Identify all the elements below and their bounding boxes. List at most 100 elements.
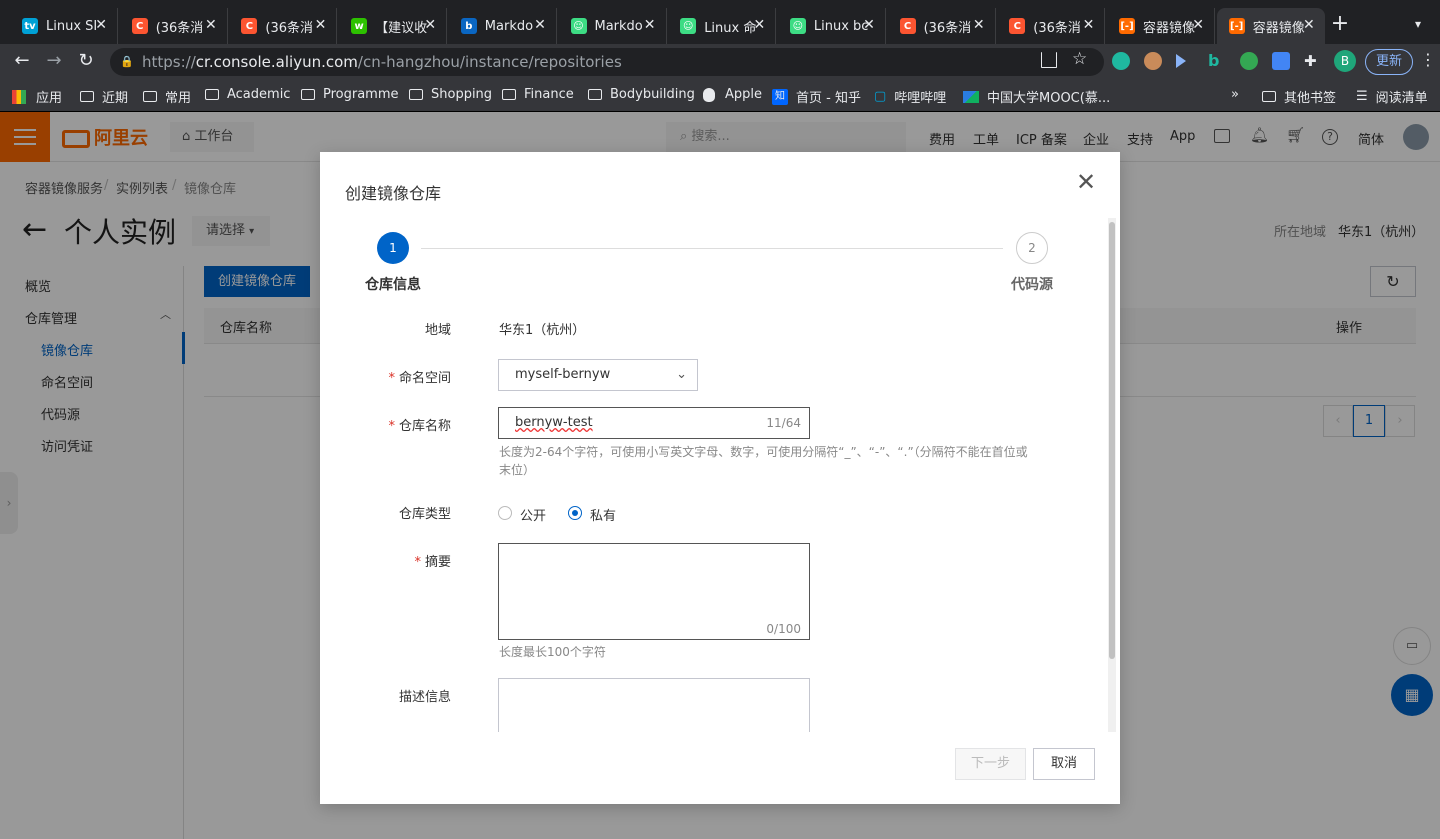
tab-close-icon[interactable]: ✕ — [534, 17, 546, 33]
browser-tab[interactable]: w 【建议收 ✕ — [339, 8, 448, 44]
bookmark-item[interactable]: 知首页 - 知乎 — [772, 87, 861, 106]
namespace-field-label: * 命名空间 — [388, 371, 451, 386]
profile-avatar[interactable]: B — [1334, 50, 1356, 72]
close-icon[interactable]: ✕ — [1076, 168, 1096, 196]
tab-title: Linux SI — [46, 18, 98, 34]
bookmark-label: Finance — [524, 87, 574, 102]
aliyun-icon: [-] — [1228, 18, 1245, 34]
browser-tab[interactable]: ☺ Markdo ✕ — [559, 8, 667, 44]
summary-textarea[interactable]: 0/100 — [498, 543, 810, 640]
reload-icon[interactable]: ↻ — [74, 49, 98, 73]
repo-type-private-radio[interactable] — [568, 506, 582, 520]
browser-tab[interactable]: [-] 容器镜像 ✕ — [1107, 8, 1215, 44]
extension-translate-icon[interactable] — [1272, 52, 1290, 70]
repo-name-value: bernyw-test — [515, 415, 593, 430]
region-field-label: 地域 — [424, 323, 451, 338]
address-bar[interactable]: 🔒 https://cr.console.aliyun.com/cn-hangz… — [110, 48, 1104, 76]
tab-close-icon[interactable]: ✕ — [315, 17, 327, 33]
bookmark-item[interactable]: Academic — [205, 87, 290, 102]
bookmark-item[interactable]: ▢ 哔哩哔哩 — [874, 87, 946, 106]
cancel-button[interactable]: 取消 — [1033, 748, 1095, 780]
extension-owl-icon[interactable] — [1144, 52, 1162, 70]
bookmark-item[interactable]: 常用 — [143, 87, 191, 106]
extensions-puzzle-icon[interactable]: ✚ — [1304, 52, 1322, 70]
bookmark-label: Bodybuilding — [610, 87, 695, 102]
bookmark-label: Shopping — [431, 87, 493, 102]
summary-hint: 长度最长100个字符 — [499, 645, 606, 659]
browser-tab[interactable]: C (36条消 ✕ — [229, 8, 338, 44]
bookmark-item[interactable]: 其他书签 — [1262, 87, 1336, 106]
back-icon[interactable]: ← — [10, 49, 34, 73]
browser-tab[interactable]: ☺ Linux bc ✕ — [778, 8, 886, 44]
bookmark-item[interactable]: ☰ 阅读清单 — [1356, 87, 1428, 106]
region-field-value: 华东1（杭州） — [499, 323, 586, 338]
update-button[interactable]: 更新 — [1365, 49, 1413, 75]
browser-tab[interactable]: [-] 容器镜像 ✕ — [1216, 8, 1325, 44]
browser-menu-icon[interactable]: ⋮ — [1420, 50, 1436, 69]
tab-close-icon[interactable]: ✕ — [424, 17, 436, 33]
dialog-title: 创建镜像仓库 — [345, 184, 442, 203]
browser-tab[interactable]: b Markdo ✕ — [449, 8, 557, 44]
folder-icon — [409, 89, 423, 100]
repo-type-public-label[interactable]: 公开 — [520, 505, 546, 524]
browser-tab[interactable]: tv Linux SI ✕ — [10, 8, 118, 44]
tab-close-icon[interactable]: ✕ — [205, 17, 217, 33]
repo-type-public-radio[interactable] — [498, 506, 512, 520]
browser-tab[interactable]: C (36条消 ✕ — [888, 8, 996, 44]
browser-tab[interactable]: ☺ Linux 命 ✕ — [668, 8, 777, 44]
bookmark-item[interactable]: Finance — [502, 87, 574, 102]
repo-name-hint: 长度为2-64个字符，可使用小写英文字母、数字，可使用分隔符“_”、“-”、“.… — [499, 445, 1028, 477]
csdn-icon: C — [899, 18, 916, 34]
bilibili-icon: ▢ — [874, 89, 887, 104]
lock-icon: 🔒 — [120, 55, 134, 68]
forward-icon[interactable]: → — [42, 49, 66, 73]
bookmark-item[interactable]: » — [1231, 87, 1239, 102]
extension-sync-icon[interactable] — [1112, 52, 1130, 70]
bookmark-label: 常用 — [165, 91, 192, 106]
extension-bing-icon[interactable]: b — [1208, 52, 1226, 70]
tab-title: Linux 命 — [704, 20, 757, 36]
wechat-icon: w — [351, 18, 368, 34]
tab-search-icon[interactable]: ▾ — [1408, 14, 1428, 34]
tab-title: (36条消 — [155, 20, 204, 36]
repo-name-label-text: 仓库名称 — [398, 419, 451, 434]
tab-title: 【建议收 — [375, 20, 428, 36]
reading-list-icon: ☰ — [1356, 89, 1368, 104]
tab-close-icon[interactable]: ✕ — [753, 17, 765, 33]
tab-title: (36条消 — [923, 20, 972, 36]
tab-close-icon[interactable]: ✕ — [1192, 17, 1204, 33]
step-1-circle: 1 — [377, 232, 409, 264]
extension-play-icon[interactable] — [1176, 54, 1186, 68]
repo-type-field-label: 仓库类型 — [398, 507, 451, 522]
url-path: /cn-hangzhou/instance/repositories — [357, 53, 622, 71]
next-step-button[interactable]: 下一步 — [955, 748, 1026, 780]
browser-tab[interactable]: C (36条消 ✕ — [120, 8, 228, 44]
repo-name-input[interactable]: bernyw-test 11/64 — [498, 407, 810, 439]
bookmark-item[interactable]: 近期 — [80, 87, 128, 106]
tab-close-icon[interactable]: ✕ — [973, 17, 985, 33]
bookmark-item[interactable]: Programme — [301, 87, 399, 102]
bookmark-item[interactable]: 应用 — [12, 87, 62, 106]
tab-close-icon[interactable]: ✕ — [644, 17, 656, 33]
bookmark-item[interactable]: 中国大学MOOC(慕... — [963, 87, 1110, 106]
tab-close-icon[interactable]: ✕ — [95, 17, 107, 33]
bookmark-label: 近期 — [102, 91, 129, 106]
dialog-scrollbar-thumb[interactable] — [1109, 222, 1115, 659]
share-icon[interactable] — [1041, 52, 1057, 68]
desc-textarea[interactable] — [498, 678, 810, 732]
new-tab-button[interactable]: + — [1328, 12, 1352, 36]
browser-tab[interactable]: C (36条消 ✕ — [997, 8, 1106, 44]
bookmark-item[interactable]: Apple — [703, 87, 762, 102]
summary-count: 0/100 — [766, 622, 801, 636]
tab-close-icon[interactable]: ✕ — [1303, 17, 1315, 33]
robot-icon: ☺ — [570, 18, 587, 34]
bookmark-star-icon[interactable]: ☆ — [1072, 49, 1087, 69]
bookmark-label: 阅读清单 — [1375, 91, 1428, 106]
namespace-select[interactable]: myself-bernyw ⌄ — [498, 359, 698, 391]
tab-close-icon[interactable]: ✕ — [1083, 17, 1095, 33]
repo-type-private-label[interactable]: 私有 — [590, 505, 616, 524]
extension-color-icon[interactable] — [1240, 52, 1258, 70]
bookmark-item[interactable]: Shopping — [409, 87, 492, 102]
bookmark-item[interactable]: Bodybuilding — [588, 87, 695, 102]
tab-close-icon[interactable]: ✕ — [863, 17, 875, 33]
